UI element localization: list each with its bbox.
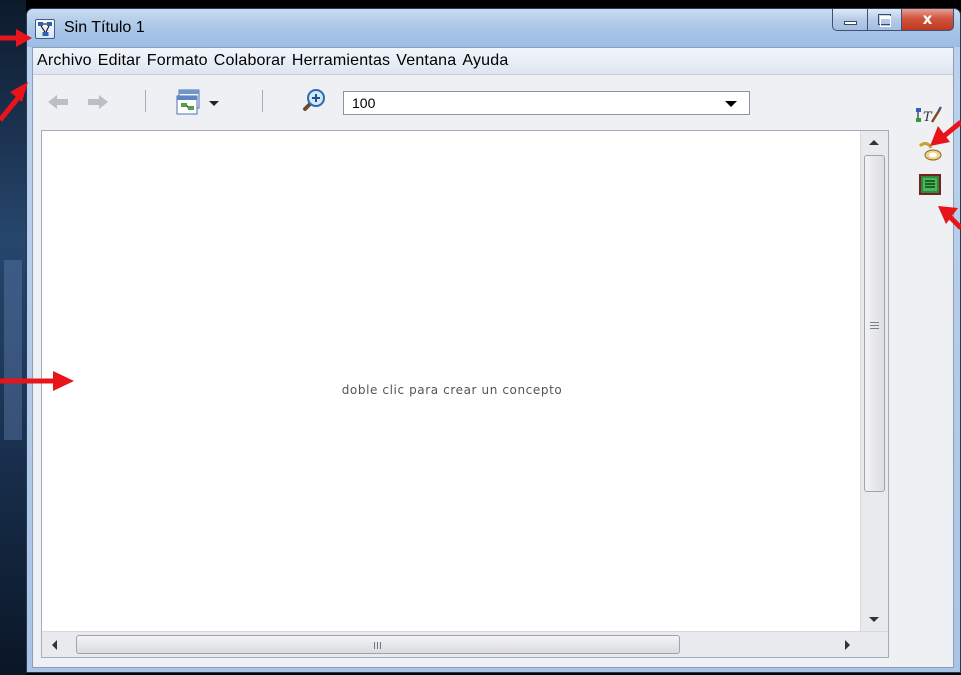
- close-button[interactable]: x: [902, 9, 954, 31]
- menu-ayuda[interactable]: Ayuda: [462, 52, 508, 70]
- maximize-button[interactable]: [868, 9, 902, 31]
- maximize-icon: [878, 14, 891, 27]
- vertical-scrollbar[interactable]: [860, 131, 888, 631]
- menu-bar: Archivo Editar Formato Colaborar Herrami…: [33, 48, 953, 75]
- concept-map-canvas[interactable]: doble clic para crear un concepto: [41, 130, 889, 658]
- title-bar[interactable]: Sin Título 1 x: [27, 9, 960, 47]
- cmap-app-icon[interactable]: [35, 19, 55, 39]
- menu-formato[interactable]: Formato: [147, 52, 208, 70]
- menu-colaborar[interactable]: Colaborar: [214, 52, 286, 70]
- desktop-background-detail: [4, 260, 22, 440]
- scroll-grip: [380, 642, 381, 649]
- scroll-right-icon[interactable]: [845, 640, 850, 650]
- toolbar-separator: [262, 90, 263, 112]
- toolbar-separator: [145, 90, 146, 112]
- styles-palette-icon[interactable]: T: [915, 106, 943, 126]
- window-title: Sin Título 1: [64, 19, 145, 36]
- vertical-scroll-thumb[interactable]: [864, 155, 885, 492]
- scroll-down-icon[interactable]: [869, 617, 879, 622]
- menu-editar[interactable]: Editar: [98, 52, 141, 70]
- horizontal-scrollbar[interactable]: [42, 631, 888, 657]
- zoom-select[interactable]: 100: [343, 91, 750, 115]
- scroll-grip: [870, 325, 879, 326]
- scroll-grip: [870, 328, 879, 329]
- caption-buttons: x: [832, 9, 954, 31]
- scroll-grip: [377, 642, 378, 649]
- paint-brush-icon[interactable]: [917, 140, 945, 164]
- canvas-hint-text: doble clic para crear un concepto: [341, 383, 563, 397]
- screenshot-stage: Sin Título 1 x Archivo Editar Formato Co…: [0, 0, 961, 675]
- zoom-dropdown-chevron-icon[interactable]: [725, 101, 737, 107]
- close-icon: x: [922, 10, 933, 28]
- menu-herramientas[interactable]: Herramientas: [292, 52, 390, 70]
- window-view-icon[interactable]: [176, 89, 204, 115]
- forward-arrow-icon[interactable]: [87, 94, 109, 110]
- menu-archivo[interactable]: Archivo: [37, 52, 92, 70]
- view-dropdown-chevron-icon[interactable]: [209, 101, 219, 106]
- toolbar: 100: [33, 76, 953, 120]
- application-window: Sin Título 1 x Archivo Editar Formato Co…: [26, 8, 961, 673]
- scroll-up-icon[interactable]: [869, 140, 879, 145]
- scroll-grip: [374, 642, 375, 649]
- scroll-left-icon[interactable]: [52, 640, 57, 650]
- svg-text:T: T: [923, 110, 933, 125]
- minimize-icon: [844, 21, 857, 25]
- client-area: Archivo Editar Formato Colaborar Herrami…: [32, 47, 954, 668]
- menu-ventana[interactable]: Ventana: [396, 52, 456, 70]
- horizontal-scroll-thumb[interactable]: [76, 635, 680, 654]
- minimize-button[interactable]: [832, 9, 868, 31]
- back-arrow-icon[interactable]: [47, 94, 69, 110]
- outline-list-icon[interactable]: [919, 174, 943, 196]
- zoom-value: 100: [352, 95, 376, 111]
- side-tool-buttons: T: [897, 78, 951, 228]
- scroll-grip: [870, 322, 879, 323]
- zoom-in-icon[interactable]: [299, 88, 327, 114]
